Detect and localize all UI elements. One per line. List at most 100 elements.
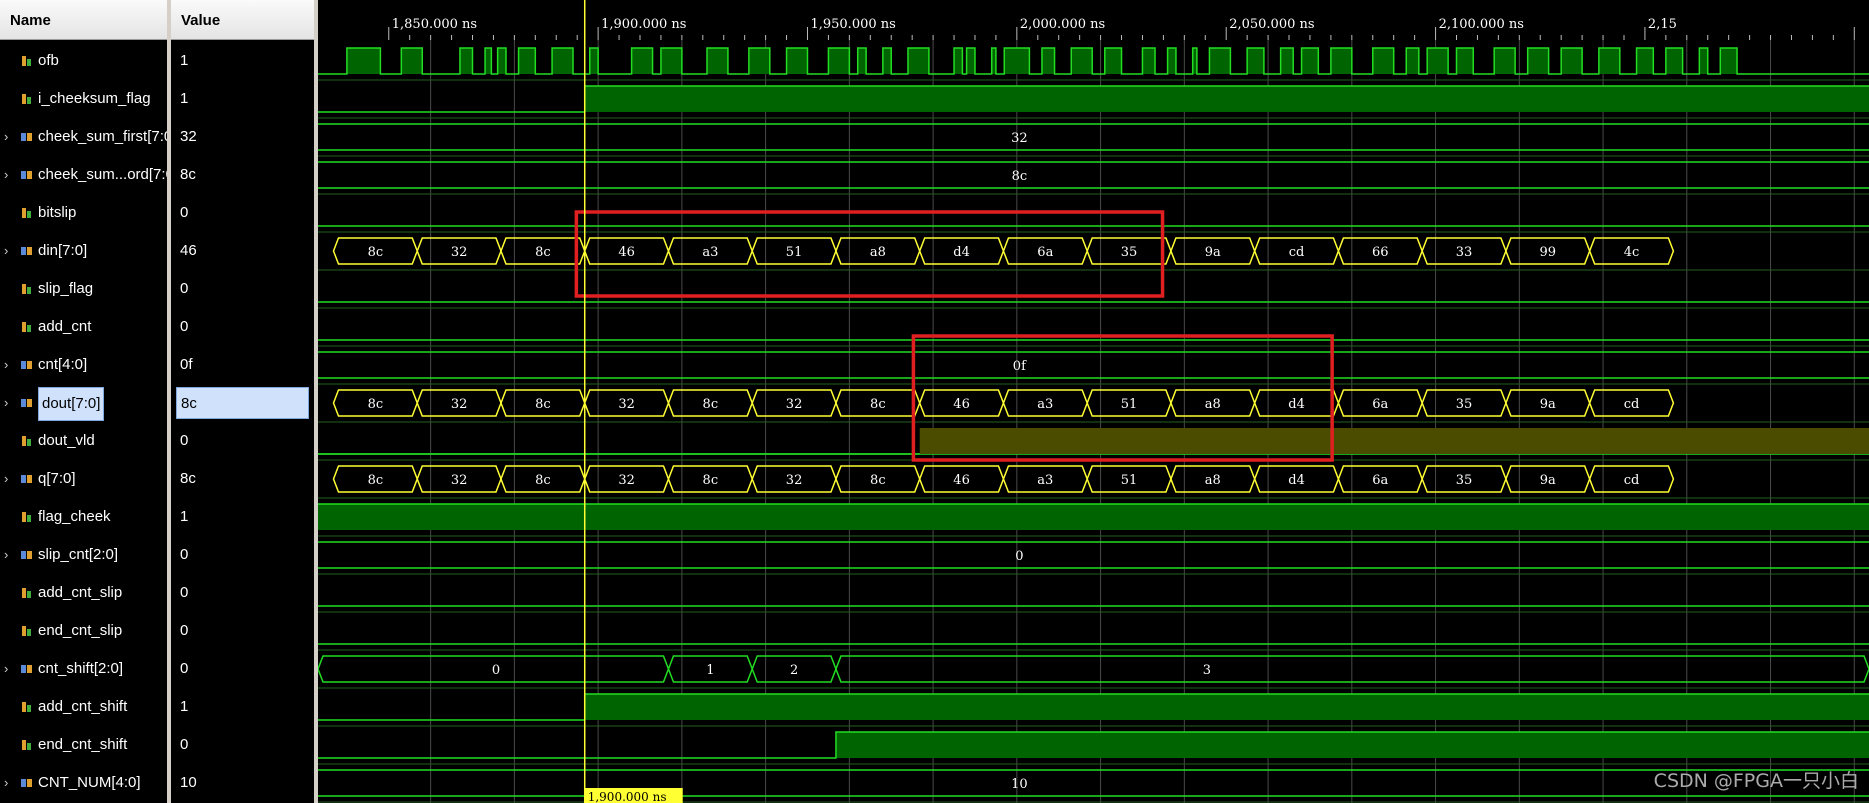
- bus-value-label: cd: [1624, 397, 1640, 412]
- signal-row-cheek-sum-ord-7-0[interactable]: › cheek_sum...ord[7:0]: [0, 156, 167, 194]
- bus-value-label: 32: [618, 473, 635, 488]
- signal-value-i-cheeksum-flag[interactable]: 1: [171, 80, 314, 118]
- bit-high-fill: [1372, 48, 1394, 74]
- bit-high-fill: [631, 48, 653, 74]
- bus-value-label: 1: [706, 663, 714, 678]
- bus-value-label: 8c: [368, 397, 384, 412]
- signal-row-add-cnt[interactable]: add_cnt: [0, 308, 167, 346]
- bus-value-label: 8c: [368, 473, 384, 488]
- signal-row-cheek-sum-first-7-0[interactable]: › cheek_sum_first[7:0]: [0, 118, 167, 156]
- expand-chevron-icon[interactable]: ›: [4, 346, 8, 384]
- signal-row-dout-7-0[interactable]: › dout[7:0]: [0, 384, 167, 422]
- bus-value-label: 8c: [703, 473, 719, 488]
- signal-value-end-cnt-shift[interactable]: 0: [171, 726, 314, 764]
- bus-value-label: 6a: [1372, 397, 1388, 412]
- bit-signal-icon: [22, 94, 31, 104]
- bus-value-label: 32: [451, 397, 468, 412]
- signal-row-end-cnt-shift[interactable]: end_cnt_shift: [0, 726, 167, 764]
- bus-value-label: 46: [953, 473, 970, 488]
- bus-value-label: 8c: [368, 245, 384, 260]
- signal-value-q-7-0[interactable]: 8c: [171, 460, 314, 498]
- bus-value-label: 32: [1011, 131, 1028, 146]
- expand-chevron-icon[interactable]: ›: [4, 650, 8, 688]
- signal-value-end-cnt-slip[interactable]: 0: [171, 612, 314, 650]
- signal-value-add-cnt[interactable]: 0: [171, 308, 314, 346]
- expand-chevron-icon[interactable]: ›: [4, 536, 8, 574]
- bit-signal-icon: [22, 322, 31, 332]
- bus-signal-icon: [21, 399, 32, 407]
- bus-value-label: 51: [786, 245, 803, 260]
- expand-chevron-icon[interactable]: ›: [4, 232, 8, 270]
- bus-signal-icon: [21, 779, 32, 787]
- signal-row-end-cnt-slip[interactable]: end_cnt_slip: [0, 612, 167, 650]
- signal-row-cnt-num-4-0[interactable]: › CNT_NUM[4:0]: [0, 764, 167, 802]
- signal-value-dout-vld[interactable]: 0: [171, 422, 314, 460]
- signal-row-din-7-0[interactable]: › din[7:0]: [0, 232, 167, 270]
- signal-value-cnt-shift-2-0[interactable]: 0: [171, 650, 314, 688]
- bus-value-label: 32: [786, 397, 803, 412]
- signal-name: slip_flag: [38, 280, 94, 297]
- bit-signal-icon: [22, 436, 31, 446]
- signal-name: cnt[4:0]: [38, 356, 88, 373]
- signal-name-panel: Name ofb i_cheeksum_flag › cheek_sum_first[…: [0, 0, 167, 803]
- expand-chevron-icon[interactable]: ›: [4, 764, 8, 802]
- bus-value-label: 32: [786, 473, 803, 488]
- bit-high-fill: [1104, 48, 1122, 74]
- signal-row-slip-flag[interactable]: slip_flag: [0, 270, 167, 308]
- bus-value-label: a8: [1205, 473, 1221, 488]
- bus-value-label: 99: [1540, 245, 1557, 260]
- signal-row-dout-vld[interactable]: dout_vld: [0, 422, 167, 460]
- expand-chevron-icon[interactable]: ›: [4, 384, 8, 422]
- expand-chevron-icon[interactable]: ›: [4, 156, 8, 194]
- waveform-canvas[interactable]: 1,850.000 ns 1,900.000 ns 1,950.000 ns 2,00…: [318, 0, 1869, 803]
- bus-value-label: 9a: [1205, 245, 1221, 260]
- ruler-label: 2,050.000 ns: [1229, 17, 1314, 32]
- signal-value-cheek-sum-first-7-0[interactable]: 32: [171, 118, 314, 156]
- signal-value-add-cnt-slip[interactable]: 0: [171, 574, 314, 612]
- signal-name: end_cnt_slip: [38, 622, 123, 639]
- bus-value-label: cd: [1624, 473, 1640, 488]
- bit-high-fill: [882, 48, 892, 74]
- expand-chevron-icon[interactable]: ›: [4, 118, 8, 156]
- signal-value-bitslip[interactable]: 0: [171, 194, 314, 232]
- signal-row-ofb[interactable]: ofb: [0, 42, 167, 80]
- bus-signal-icon: [21, 665, 32, 673]
- signal-row-slip-cnt-2-0[interactable]: › slip_cnt[2:0]: [0, 536, 167, 574]
- signal-row-flag-cheek[interactable]: flag_cheek: [0, 498, 167, 536]
- signal-name: flag_cheek: [38, 508, 111, 525]
- bit-high-fill: [1406, 48, 1419, 74]
- bit-high-fill: [1301, 48, 1319, 74]
- bus-segment: [835, 655, 1869, 683]
- value-column-header[interactable]: Value: [171, 0, 314, 40]
- name-column-header[interactable]: Name: [0, 0, 167, 40]
- signal-value-flag-cheek[interactable]: 1: [171, 498, 314, 536]
- signal-row-cnt-shift-2-0[interactable]: › cnt_shift[2:0]: [0, 650, 167, 688]
- signal-value-din-7-0[interactable]: 46: [171, 232, 314, 270]
- bit-high-fill: [1699, 48, 1708, 74]
- signal-row-add-cnt-slip[interactable]: add_cnt_slip: [0, 574, 167, 612]
- signal-name: end_cnt_shift: [38, 736, 128, 753]
- bit-signal-icon: [22, 56, 31, 66]
- signal-value-cnt-num-4-0[interactable]: 10: [171, 764, 314, 802]
- signal-value-ofb[interactable]: 1: [171, 42, 314, 80]
- bit-signal-icon: [22, 208, 31, 218]
- signal-value-cnt-4-0[interactable]: 0f: [171, 346, 314, 384]
- signal-name: cheek_sum...ord[7:0]: [38, 166, 167, 183]
- signal-row-cnt-4-0[interactable]: › cnt[4:0]: [0, 346, 167, 384]
- signal-row-q-7-0[interactable]: › q[7:0]: [0, 460, 167, 498]
- bit-high-fill: [552, 48, 574, 74]
- signal-value-add-cnt-shift[interactable]: 1: [171, 688, 314, 726]
- signal-value-slip-flag[interactable]: 0: [171, 270, 314, 308]
- signal-name: cnt_shift[2:0]: [38, 660, 124, 677]
- bit-high-fill: [1330, 48, 1352, 74]
- bus-value-label: 2: [790, 663, 798, 678]
- bus-value-label: 35: [1456, 473, 1473, 488]
- signal-row-add-cnt-shift[interactable]: add_cnt_shift: [0, 688, 167, 726]
- signal-value-slip-cnt-2-0[interactable]: 0: [171, 536, 314, 574]
- bus-value-label: 8c: [535, 397, 551, 412]
- signal-value-cheek-sum-ord-7-0[interactable]: 8c: [171, 156, 314, 194]
- signal-row-bitslip[interactable]: bitslip: [0, 194, 167, 232]
- signal-row-i-cheeksum-flag[interactable]: i_cheeksum_flag: [0, 80, 167, 118]
- expand-chevron-icon[interactable]: ›: [4, 460, 8, 498]
- signal-value-dout-7-0[interactable]: 8c: [176, 387, 309, 419]
